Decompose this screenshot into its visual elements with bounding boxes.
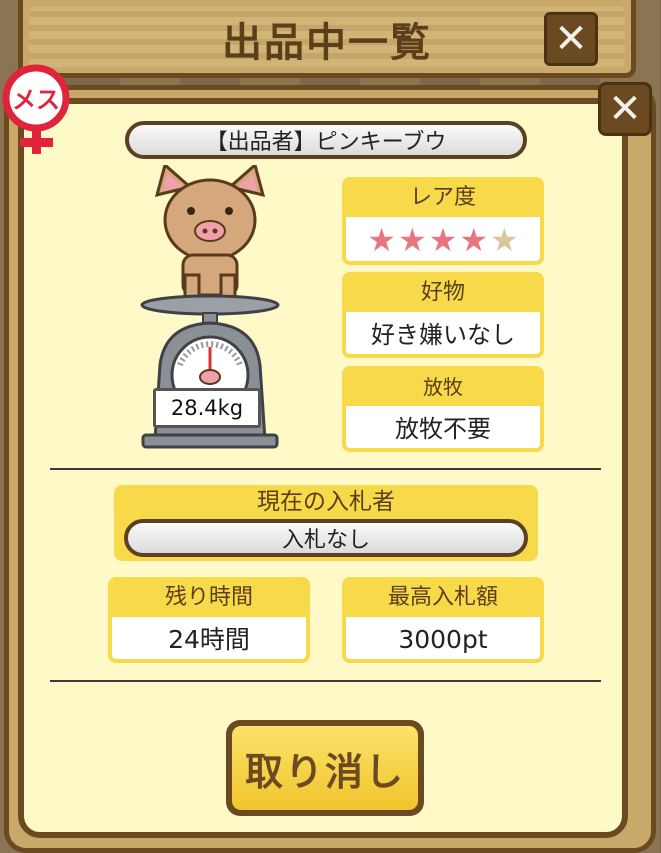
remaining-time-card: 残り時間 24時間 [108, 577, 310, 663]
favorite-card: 好物 好き嫌いなし [342, 272, 544, 358]
female-icon: メス [2, 64, 70, 154]
current-bidder-card: 現在の入札者 入札なし [114, 485, 538, 561]
cancel-listing-label: 取り消し [232, 726, 418, 810]
close-icon: ✕ [554, 16, 588, 62]
star-filled-icon: ★ [367, 221, 396, 259]
rarity-stars: ★ ★ ★ ★ ★ [346, 217, 540, 261]
close-list-button[interactable]: ✕ [544, 12, 598, 66]
favorite-value: 好き嫌いなし [371, 321, 515, 349]
highest-bid-label: 最高入札額 [346, 581, 540, 617]
remaining-time-value: 24時間 [168, 625, 250, 654]
gender-label: メス [12, 86, 60, 114]
grazing-value: 放牧不要 [395, 415, 491, 443]
close-icon: ✕ [608, 86, 642, 132]
remaining-time-label: 残り時間 [112, 581, 306, 617]
divider [50, 468, 601, 470]
rarity-label: レア度 [346, 181, 540, 217]
page-title: 出品中一覧 [222, 20, 432, 66]
divider [50, 680, 601, 682]
star-filled-icon: ★ [397, 221, 427, 259]
grazing-card: 放牧 放牧不要 [342, 366, 544, 452]
grazing-label: 放牧 [346, 370, 540, 406]
close-detail-button[interactable]: ✕ [598, 82, 652, 136]
current-bidder-value: 入札なし [124, 519, 528, 557]
cancel-listing-button[interactable]: 取り消し [226, 720, 424, 816]
star-filled-icon: ★ [459, 221, 489, 259]
highest-bid-value: 3000pt [398, 625, 488, 654]
rarity-card: レア度 ★ ★ ★ ★ ★ [342, 177, 544, 265]
seller-name: 【出品者】ピンキーブウ [125, 121, 527, 159]
weight-display: 28.4kg [153, 388, 261, 428]
star-empty-icon: ★ [490, 221, 519, 259]
favorite-label: 好物 [346, 276, 540, 312]
current-bidder-label: 現在の入札者 [257, 489, 395, 515]
star-filled-icon: ★ [428, 221, 458, 259]
highest-bid-card: 最高入札額 3000pt [342, 577, 544, 663]
